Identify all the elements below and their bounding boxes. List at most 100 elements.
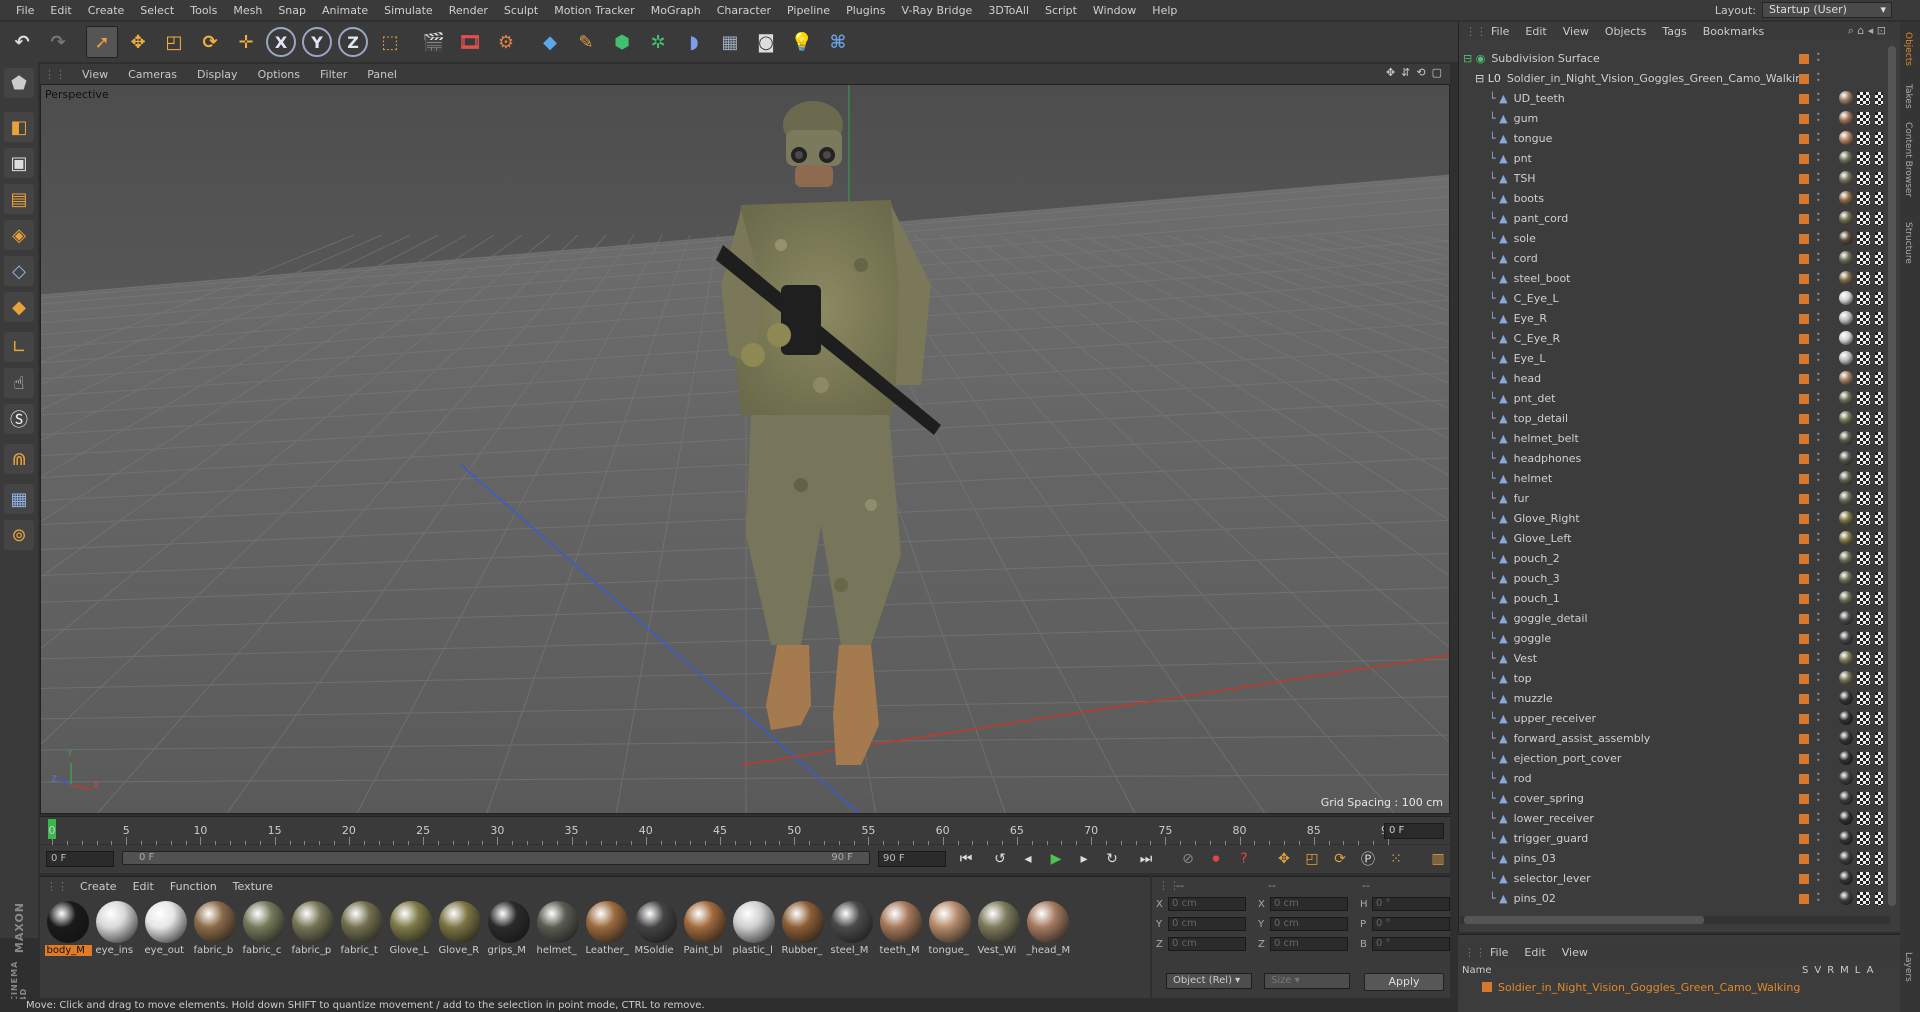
- visibility-dots[interactable]: • •: [1816, 831, 1821, 845]
- tab-content-browser[interactable]: Content Browser: [1903, 122, 1913, 197]
- object-row[interactable]: └ ▲ pouch_3 • •: [1459, 568, 1889, 588]
- material-tag[interactable]: [1839, 791, 1853, 805]
- object-row[interactable]: └ ▲ pouch_2 • •: [1459, 548, 1889, 568]
- visibility-dots[interactable]: • •: [1816, 771, 1821, 785]
- layer-color[interactable]: [1799, 214, 1809, 224]
- object-row[interactable]: └ ▲ pouch_1 • •: [1459, 588, 1889, 608]
- layer-color[interactable]: [1799, 474, 1809, 484]
- layer-color[interactable]: [1799, 554, 1809, 564]
- uvw-tag[interactable]: [1857, 152, 1870, 165]
- viewport-menu-panel[interactable]: Panel: [357, 68, 407, 81]
- previous-key-icon[interactable]: ↺: [988, 848, 1012, 870]
- material-tag[interactable]: [1839, 731, 1853, 745]
- texture-tag[interactable]: [1875, 252, 1883, 265]
- layer-color[interactable]: [1799, 854, 1809, 864]
- redo-icon[interactable]: ↷: [42, 26, 74, 58]
- size-mode-dropdown[interactable]: Size ▾: [1264, 973, 1350, 989]
- uvw-tag[interactable]: [1857, 612, 1870, 625]
- texture-tag[interactable]: [1875, 152, 1883, 165]
- viewport-menu-display[interactable]: Display: [187, 68, 248, 81]
- visibility-dots[interactable]: • •: [1816, 431, 1821, 445]
- object-row[interactable]: └ ▲ gum • •: [1459, 108, 1889, 128]
- light-icon[interactable]: 💡: [786, 26, 818, 58]
- material-tag[interactable]: [1839, 631, 1853, 645]
- uvw-tag[interactable]: [1857, 592, 1870, 605]
- material-swatch[interactable]: Vest_Wi: [975, 901, 1023, 956]
- visibility-dots[interactable]: • •: [1816, 191, 1821, 205]
- texture-tag[interactable]: [1875, 832, 1883, 845]
- menu-item-mograph[interactable]: MoGraph: [643, 4, 709, 17]
- material-tag[interactable]: [1839, 431, 1853, 445]
- mograph-icon[interactable]: ✲: [642, 26, 674, 58]
- menu-item-file[interactable]: File: [8, 4, 42, 17]
- python-icon[interactable]: ⌘: [822, 26, 854, 58]
- layer-color[interactable]: [1799, 114, 1809, 124]
- object-row[interactable]: └ ▲ fur • •: [1459, 488, 1889, 508]
- object-row[interactable]: └ ▲ goggle • •: [1459, 628, 1889, 648]
- texture-mode-icon[interactable]: ◧: [4, 112, 34, 142]
- object-menu-edit[interactable]: Edit: [1517, 25, 1554, 38]
- texture-tag[interactable]: [1875, 572, 1883, 585]
- drag-handle-icon[interactable]: ⋮⋮: [1465, 25, 1487, 38]
- uvw-tag[interactable]: [1857, 92, 1870, 105]
- menu-item-motion-tracker[interactable]: Motion Tracker: [546, 4, 642, 17]
- object-row[interactable]: └ ▲ TSH • •: [1459, 168, 1889, 188]
- end-frame-field[interactable]: 90 F: [878, 851, 946, 867]
- object-row[interactable]: └ ▲ C_Eye_L • •: [1459, 288, 1889, 308]
- menu-item-window[interactable]: Window: [1085, 4, 1144, 17]
- uvw-tag[interactable]: [1857, 192, 1870, 205]
- layer-color[interactable]: [1799, 694, 1809, 704]
- object-row[interactable]: └ ▲ pant_cord • •: [1459, 208, 1889, 228]
- menu-item-pipeline[interactable]: Pipeline: [779, 4, 838, 17]
- material-swatch[interactable]: tongue_: [926, 901, 974, 956]
- uvw-tag[interactable]: [1857, 572, 1870, 585]
- material-tag[interactable]: [1839, 871, 1853, 885]
- layer-color[interactable]: [1799, 594, 1809, 604]
- camera-icon[interactable]: ◙: [750, 26, 782, 58]
- material-tag[interactable]: [1839, 471, 1853, 485]
- layer-color[interactable]: [1799, 774, 1809, 784]
- object-row[interactable]: └ ▲ sole • •: [1459, 228, 1889, 248]
- material-swatch[interactable]: fabric_c: [240, 901, 288, 956]
- texture-tag[interactable]: [1875, 852, 1883, 865]
- layer-color[interactable]: [1799, 134, 1809, 144]
- object-row[interactable]: └ ▲ UD_teeth • •: [1459, 88, 1889, 108]
- uvw-tag[interactable]: [1857, 712, 1870, 725]
- texture-tag[interactable]: [1875, 692, 1883, 705]
- visibility-dots[interactable]: • •: [1816, 71, 1821, 85]
- visibility-dots[interactable]: • •: [1816, 711, 1821, 725]
- texture-tag[interactable]: [1875, 612, 1883, 625]
- object-row[interactable]: └ ▲ pins_02 • •: [1459, 888, 1889, 908]
- uvw-tag[interactable]: [1857, 872, 1870, 885]
- material-swatch[interactable]: grips_M: [485, 901, 533, 956]
- visibility-dots[interactable]: • •: [1816, 291, 1821, 305]
- material-tag[interactable]: [1839, 611, 1853, 625]
- key-rotation-icon[interactable]: ⟳: [1328, 848, 1352, 870]
- layer-color[interactable]: [1799, 254, 1809, 264]
- material-swatch[interactable]: fabric_p: [289, 901, 337, 956]
- render-view-icon[interactable]: 🎬: [418, 26, 450, 58]
- texture-tag[interactable]: [1875, 472, 1883, 485]
- visibility-dots[interactable]: • •: [1816, 851, 1821, 865]
- pen-icon[interactable]: ✎: [570, 26, 602, 58]
- object-hscrollbar[interactable]: [1460, 916, 1890, 924]
- object-row[interactable]: └ ▲ cord • •: [1459, 248, 1889, 268]
- visibility-dots[interactable]: • •: [1816, 211, 1821, 225]
- visibility-dots[interactable]: • •: [1816, 751, 1821, 765]
- uvw-tag[interactable]: [1857, 672, 1870, 685]
- texture-tag[interactable]: [1875, 452, 1883, 465]
- visibility-dots[interactable]: • •: [1816, 371, 1821, 385]
- previous-frame-icon[interactable]: ◂: [1016, 848, 1040, 870]
- visibility-dots[interactable]: • •: [1816, 491, 1821, 505]
- coordinate-system-icon[interactable]: ⬚: [374, 26, 406, 58]
- visibility-dots[interactable]: • •: [1816, 331, 1821, 345]
- texture-tag[interactable]: [1875, 752, 1883, 765]
- x-axis-icon[interactable]: X: [266, 27, 296, 57]
- material-tag[interactable]: [1839, 711, 1853, 725]
- material-tag[interactable]: [1839, 531, 1853, 545]
- layer-color[interactable]: [1799, 674, 1809, 684]
- rotate-icon[interactable]: ⟳: [194, 26, 226, 58]
- uvw-tag[interactable]: [1857, 312, 1870, 325]
- uvw-tag[interactable]: [1857, 492, 1870, 505]
- uvw-tag[interactable]: [1857, 792, 1870, 805]
